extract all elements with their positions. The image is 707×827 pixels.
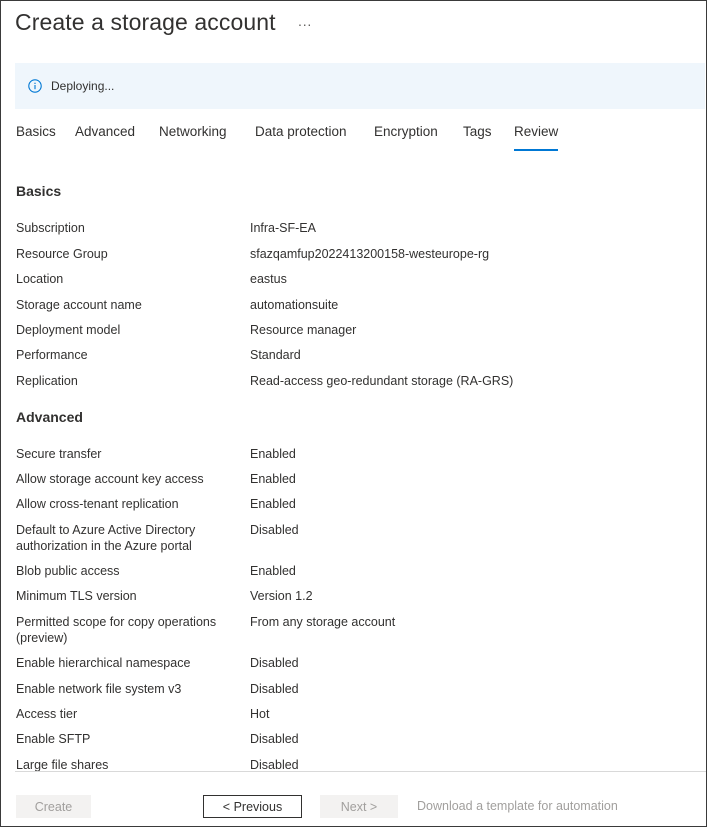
title-row: Create a storage account ··· [15,9,312,36]
footer-divider [15,771,706,772]
review-content[interactable]: Basics Subscription Infra-SF-EA Resource… [16,171,706,771]
row-label: Minimum TLS version [16,589,137,603]
row-value: Resource manager [250,323,357,337]
create-storage-account-blade: Create a storage account ··· Deploying..… [0,0,707,827]
row-value: Disabled [250,656,299,670]
row-value: automationsuite [250,298,339,312]
info-icon [28,79,42,93]
row-label: Access tier [16,707,78,721]
page-title: Create a storage account [15,9,276,35]
row-value: Read-access geo-redundant storage (RA-GR… [250,374,514,388]
row-value: Enabled [250,447,296,461]
row-label: Secure transfer [16,447,102,461]
row-label: Large file shares [16,758,109,771]
row-label: Allow cross-tenant replication [16,497,179,511]
row-value: Enabled [250,472,296,486]
row-value: eastus [250,272,287,286]
download-template-link[interactable]: Download a template for automation [417,799,618,813]
row-label: Location [16,272,64,286]
tab-basics[interactable]: Basics [16,119,56,149]
row-label: Performance [16,348,88,362]
create-button[interactable]: Create [16,795,91,818]
row-label: Default to Azure Active Directory author… [16,523,196,553]
row-value: Disabled [250,523,299,537]
row-label: Blob public access [16,564,120,578]
row-value: sfazqamfup2022413200158-westeurope-rg [250,247,490,261]
row-value: Disabled [250,732,299,746]
row-label: Allow storage account key access [16,472,204,486]
more-options-icon[interactable]: ··· [298,17,312,31]
row-value: Version 1.2 [250,589,313,603]
row-label: Resource Group [16,247,108,261]
previous-button[interactable]: < Previous [203,795,302,818]
row-label: Enable hierarchical namespace [16,656,191,670]
next-button[interactable]: Next > [320,795,398,818]
row-value: Hot [250,707,270,721]
banner-text: Deploying... [51,79,115,93]
row-label: Replication [16,374,78,388]
tab-networking[interactable]: Networking [159,119,227,149]
row-value: Disabled [250,682,299,696]
row-value: Enabled [250,564,296,578]
row-label: Permitted scope for copy operations (pre… [16,615,217,645]
row-value: Enabled [250,497,296,511]
row-label: Deployment model [16,323,121,337]
row-label: Enable SFTP [16,732,91,746]
tab-tags[interactable]: Tags [463,119,492,149]
tab-advanced[interactable]: Advanced [75,119,135,149]
deploying-banner: Deploying... [15,63,705,109]
row-value: Infra-SF-EA [250,221,316,235]
row-value: From any storage account [250,615,396,629]
section-title-basics: Basics [16,183,62,199]
row-label: Storage account name [16,298,142,312]
tab-encryption[interactable]: Encryption [374,119,438,149]
tab-review[interactable]: Review [514,119,559,151]
row-label: Subscription [16,221,85,235]
row-label: Enable network file system v3 [16,682,182,696]
row-value: Disabled [250,758,299,771]
tab-data-protection[interactable]: Data protection [255,119,347,149]
row-value: Standard [250,348,301,362]
section-title-advanced: Advanced [16,409,83,425]
